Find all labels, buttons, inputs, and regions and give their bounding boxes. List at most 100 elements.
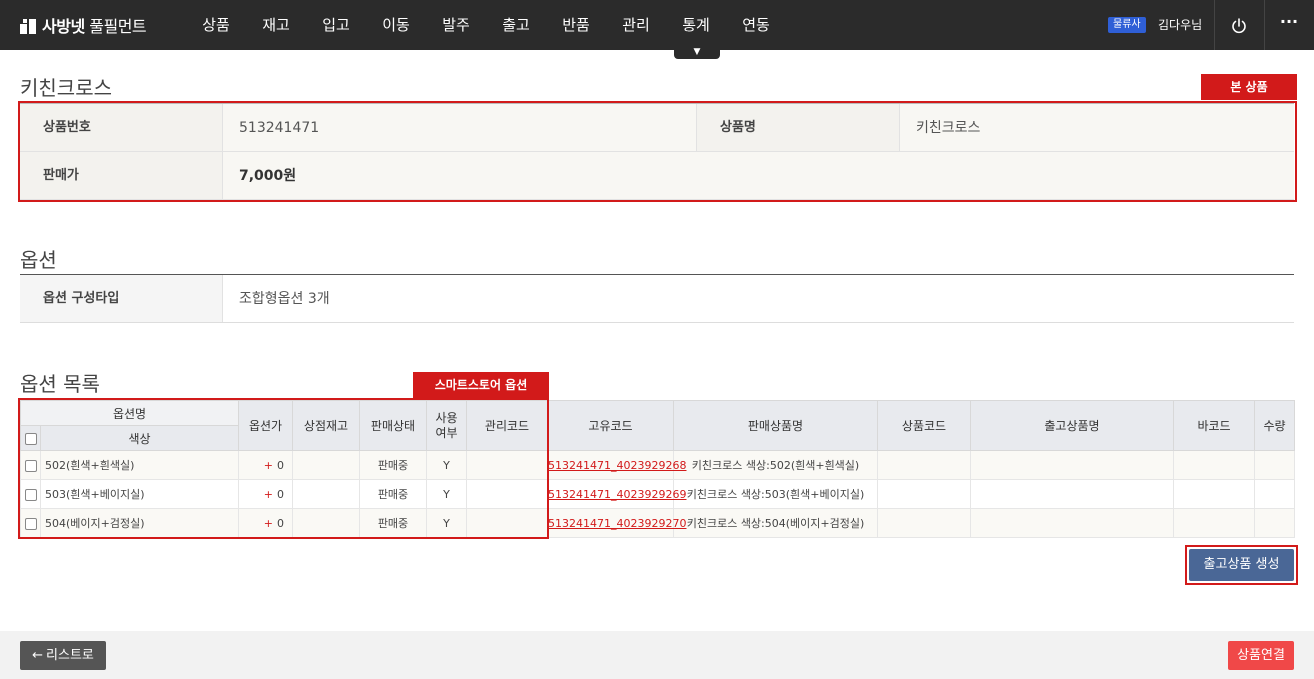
option-type-table: 옵션 구성타입 조합형옵션 3개: [20, 274, 1294, 323]
menu-item-stats[interactable]: 통계: [666, 0, 726, 50]
header-manage-code: 관리코드: [466, 400, 548, 451]
power-icon: [1232, 17, 1246, 33]
header-color: 색상: [40, 425, 239, 451]
use-yn: Y: [426, 450, 467, 480]
price-plus-sign: +: [263, 458, 273, 472]
option-price: 0: [277, 487, 284, 501]
header-use-yn-line2: 여부: [435, 425, 458, 440]
logo-mark-icon: [20, 16, 38, 34]
price-plus-sign: +: [263, 516, 273, 530]
unique-code-link[interactable]: 513241471_4023929270: [548, 517, 686, 530]
qty: [1254, 479, 1295, 509]
option-type-label: 옵션 구성타입: [20, 275, 223, 322]
qty: [1254, 508, 1295, 538]
product-no-label: 상품번호: [20, 104, 223, 151]
option-color: 503(흰색+베이지실): [40, 479, 239, 509]
sale-name: 키친크로스 색상:504(베이지+검정실): [673, 508, 878, 538]
header-sale-status: 판매상태: [359, 400, 427, 451]
nav-divider: [1214, 0, 1215, 50]
option-price: 0: [277, 458, 284, 472]
barcode: [1173, 479, 1255, 509]
product-code: [877, 450, 971, 480]
user-name[interactable]: 김다우님: [1158, 16, 1202, 33]
table-row: 503(흰색+베이지실) +0 판매중 Y 513241471_40239292…: [20, 479, 1295, 509]
more-icon: ···: [1279, 12, 1299, 31]
row-select-cell: [20, 450, 41, 480]
manage-code: [466, 508, 548, 538]
menu-item-integration[interactable]: 연동: [726, 0, 786, 50]
menu-item-outbound[interactable]: 출고: [486, 0, 546, 50]
header-qty: 수량: [1254, 400, 1295, 451]
store-stock: [292, 508, 360, 538]
option-list-title: 옵션 목록: [20, 372, 100, 396]
sale-name: 키친크로스 색상:503(흰색+베이지실): [673, 479, 878, 509]
option-type-row: 옵션 구성타입 조합형옵션 3개: [20, 275, 1294, 323]
link-product-button[interactable]: 상품연결: [1228, 641, 1294, 670]
menu-item-order[interactable]: 발주: [426, 0, 486, 50]
use-yn: Y: [426, 508, 467, 538]
unique-code-cell: 513241471_4023929270: [547, 508, 686, 538]
sale-status: 판매중: [359, 450, 427, 480]
product-no-value: 513241471: [223, 104, 697, 151]
product-info-table: 상품번호 513241471 상품명 키친크로스 판매가 7,000원: [20, 103, 1294, 200]
option-color: 504(베이지+검정실): [40, 508, 239, 538]
menu-item-product[interactable]: 상품: [186, 0, 246, 50]
menu-item-return[interactable]: 반품: [546, 0, 606, 50]
option-list-table: 옵션명 옵션가 상점재고 판매상태 사용 여부 관리코드 고유코드 판매상품명 상…: [20, 400, 1295, 538]
product-name-value: 키친크로스: [900, 104, 1294, 151]
create-shipping-product-button[interactable]: 출고상품 생성: [1189, 549, 1294, 581]
option-color: 502(흰색+흰색실): [40, 450, 239, 480]
nav-divider: [1264, 0, 1265, 50]
product-name-label: 상품명: [697, 104, 900, 151]
info-row: 상품번호 513241471 상품명 키친크로스: [20, 104, 1294, 152]
option-price-cell: +0: [238, 479, 293, 509]
menu-expand-toggle[interactable]: ▼: [674, 45, 720, 59]
header-option-price: 옵션가: [238, 400, 293, 451]
price-label: 판매가: [20, 152, 223, 199]
manage-code: [466, 450, 548, 480]
store-stock: [292, 479, 360, 509]
row-checkbox[interactable]: [24, 517, 37, 530]
more-menu-button[interactable]: ···: [1272, 8, 1306, 42]
header-sale-name: 판매상품명: [673, 400, 878, 451]
brand-logo[interactable]: 사방넷 풀필먼트: [20, 14, 147, 36]
logo-text-bold: 사방넷: [42, 17, 85, 36]
product-title: 키친크로스: [20, 76, 112, 100]
row-select-cell: [20, 508, 41, 538]
select-all-checkbox[interactable]: [24, 432, 37, 445]
header-store-stock: 상점재고: [292, 400, 360, 451]
store-stock: [292, 450, 360, 480]
manage-code: [466, 479, 548, 509]
menu-item-manage[interactable]: 관리: [606, 0, 666, 50]
options-title: 옵션: [20, 248, 57, 272]
table-row: 502(흰색+흰색실) +0 판매중 Y 513241471_402392926…: [20, 450, 1295, 480]
menu-item-inbound[interactable]: 입고: [306, 0, 366, 50]
unique-code-cell: 513241471_4023929268: [547, 450, 686, 480]
price-value: 7,000원: [239, 168, 297, 184]
header-use-yn-line1: 사용: [435, 410, 458, 425]
smartstore-option-tag: 스마트스토어 옵션: [413, 372, 549, 398]
unique-code-link[interactable]: 513241471_4023929269: [548, 488, 686, 501]
unique-code-link[interactable]: 513241471_4023929268: [548, 459, 686, 472]
header-ship-name: 출고상품명: [970, 400, 1174, 451]
select-all-cell: [20, 425, 41, 451]
header-use-yn: 사용 여부: [426, 400, 467, 451]
sale-name: 키친크로스 색상:502(흰색+흰색실): [673, 450, 878, 480]
row-checkbox[interactable]: [24, 459, 37, 472]
product-code: [877, 479, 971, 509]
use-yn: Y: [426, 479, 467, 509]
row-checkbox[interactable]: [24, 488, 37, 501]
menu-item-stock[interactable]: 재고: [246, 0, 306, 50]
table-row: 504(베이지+검정실) +0 판매중 Y 513241471_40239292…: [20, 508, 1295, 538]
header-unique-code: 고유코드: [547, 400, 674, 451]
logo-text-thin: 풀필먼트: [84, 17, 147, 36]
back-to-list-button[interactable]: ← 리스트로: [20, 641, 106, 670]
option-type-value: 조합형옵션 3개: [239, 291, 330, 307]
sale-status: 판매중: [359, 479, 427, 509]
logout-button[interactable]: [1222, 8, 1256, 42]
menu-item-transfer[interactable]: 이동: [366, 0, 426, 50]
sale-status: 판매중: [359, 508, 427, 538]
back-to-list-label: 리스트로: [46, 648, 94, 663]
unique-code-cell: 513241471_4023929269: [547, 479, 686, 509]
option-price-cell: +0: [238, 508, 293, 538]
